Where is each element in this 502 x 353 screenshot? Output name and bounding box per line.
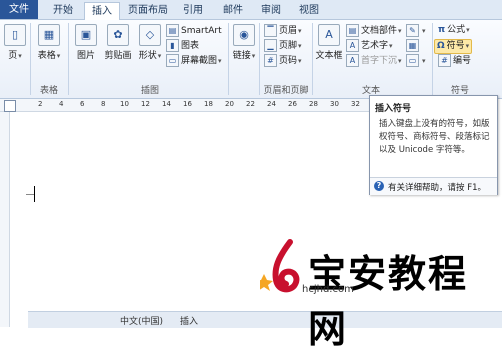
tab-mailings[interactable]: 邮件 (218, 2, 248, 19)
dropcap-icon: A (346, 54, 359, 67)
ruler-number: 18 (204, 100, 213, 108)
group-label-header-footer: 页眉和页脚 (263, 86, 309, 96)
header-button[interactable]: ▔ 页眉▾ (264, 24, 302, 37)
dropcap-button[interactable]: A 首字下沉▾ (346, 54, 402, 67)
page-button[interactable]: ▯ 页▾ (4, 24, 26, 61)
symbol-tooltip: 插入符号 插入键盘上没有的符号，如版权符号、商标符号、段落标记以及 Unicod… (369, 95, 498, 195)
table-button[interactable]: ▦ 表格▾ (36, 24, 62, 61)
date-time-button[interactable]: ▦ (406, 39, 421, 52)
picture-button[interactable]: ▣ 图片 (74, 24, 98, 61)
group-label-table: 表格 (39, 86, 58, 96)
formula-button[interactable]: π 公式▾ (438, 24, 470, 37)
divider (228, 23, 229, 95)
tooltip-body: 插入键盘上没有的符号，如版权符号、商标符号、段落标记以及 Unicode 字符等… (379, 119, 490, 155)
numbering-icon: # (438, 54, 451, 67)
tab-selector[interactable] (4, 100, 16, 112)
smartart-icon: ▤ (166, 24, 179, 37)
divider (30, 23, 31, 95)
tab-file[interactable]: 文件 (0, 0, 38, 19)
header-icon: ▔ (264, 24, 277, 37)
tab-insert[interactable]: 插入 (84, 2, 120, 21)
page-number-button[interactable]: # 页码▾ (264, 54, 302, 67)
ruler-number: 16 (183, 100, 192, 108)
link-button[interactable]: ◉ 链接▾ (232, 24, 256, 61)
vertical-ruler[interactable] (0, 112, 10, 327)
ribbon-tab-bar: 文件 开始 插入 页面布局 引用 邮件 审阅 视图 (0, 0, 502, 21)
numbering-button[interactable]: # 编号 (438, 54, 471, 67)
clipart-icon: ✿ (107, 24, 129, 46)
watermark-logo-icon (260, 239, 300, 293)
divider (68, 23, 69, 95)
tab-references[interactable]: 引用 (178, 2, 208, 19)
divider (312, 23, 313, 95)
symbol-button[interactable]: Ω 符号▾ (434, 39, 473, 54)
tab-review[interactable]: 审阅 (256, 2, 286, 19)
docparts-icon: ▤ (346, 24, 359, 37)
signature-line-button[interactable]: ✎ ▾ (406, 24, 426, 37)
table-icon: ▦ (38, 24, 60, 46)
text-cursor (34, 186, 35, 202)
ruler-number: 26 (288, 100, 297, 108)
ruler-numbers: 2 4 6 8 10 12 14 16 18 20 22 24 26 28 30… (24, 99, 369, 111)
clipart-button[interactable]: ✿ 剪贴画 (102, 24, 134, 61)
docparts-button[interactable]: ▤ 文档部件▾ (346, 24, 402, 37)
object-button[interactable]: ▭ ▾ (406, 54, 426, 67)
ruler-number: 6 (80, 100, 85, 108)
tooltip-title: 插入符号 (375, 104, 412, 114)
status-insert-mode[interactable]: 插入 (180, 314, 198, 327)
ruler-number: 20 (225, 100, 234, 108)
watermark-text: 宝安教程网 (308, 251, 469, 351)
wordart-button[interactable]: A 艺术字▾ (346, 39, 393, 52)
shapes-button[interactable]: ◇ 形状▾ (138, 24, 162, 61)
screenshot-icon: ▭ (166, 54, 179, 67)
chart-icon: ▮ (166, 39, 179, 52)
tab-home[interactable]: 开始 (46, 2, 80, 19)
ruler-number: 14 (162, 100, 171, 108)
ribbon: ▯ 页▾ ▦ 表格▾ 表格 ▣ 图片 ✿ 剪贴画 ◇ 形状▾ ▤ SmartArt… (0, 20, 502, 99)
watermark-url: hcjhd.com (302, 284, 354, 295)
wordart-icon: A (346, 39, 359, 52)
tooltip-help: ? 有关详细帮助，请按 F1。 (370, 177, 497, 195)
omega-icon: Ω (437, 41, 445, 51)
picture-icon: ▣ (75, 24, 97, 46)
help-icon: ? (374, 181, 384, 191)
footer-button[interactable]: ▁ 页脚▾ (264, 39, 302, 52)
smartart-button[interactable]: ▤ SmartArt (166, 24, 222, 37)
globe-icon: ◉ (233, 24, 255, 46)
object-icon: ▭ (406, 54, 419, 67)
screenshot-button[interactable]: ▭ 屏幕截图▾ (166, 54, 222, 67)
ruler-number: 28 (309, 100, 318, 108)
calendar-icon: ▦ (406, 39, 419, 52)
ruler-number: 24 (267, 100, 276, 108)
footer-icon: ▁ (264, 39, 277, 52)
status-language[interactable]: 中文(中国) (120, 314, 163, 327)
ruler-number: 2 (38, 100, 43, 108)
ruler-number: 10 (120, 100, 129, 108)
ruler-number: 8 (101, 100, 106, 108)
ruler-number: 30 (330, 100, 339, 108)
tooltip-help-text: 有关详细帮助，请按 F1。 (388, 183, 487, 193)
textbox-icon: A (318, 24, 340, 46)
group-label-illustrations: 插图 (140, 86, 159, 96)
page-number-icon: # (264, 54, 277, 67)
ruler-number: 4 (59, 100, 64, 108)
pi-icon: π (438, 25, 446, 35)
ruler-number: 32 (351, 100, 360, 108)
tab-view[interactable]: 视图 (294, 2, 324, 19)
page-icon: ▯ (4, 24, 26, 46)
tab-layout[interactable]: 页面布局 (124, 2, 172, 19)
ruler-number: 22 (246, 100, 255, 108)
shapes-icon: ◇ (139, 24, 161, 46)
chart-button[interactable]: ▮ 图表 (166, 39, 199, 52)
signature-icon: ✎ (406, 24, 419, 37)
textbox-button[interactable]: A 文本框 (314, 24, 344, 61)
divider (432, 23, 433, 95)
ruler-number: 12 (141, 100, 150, 108)
